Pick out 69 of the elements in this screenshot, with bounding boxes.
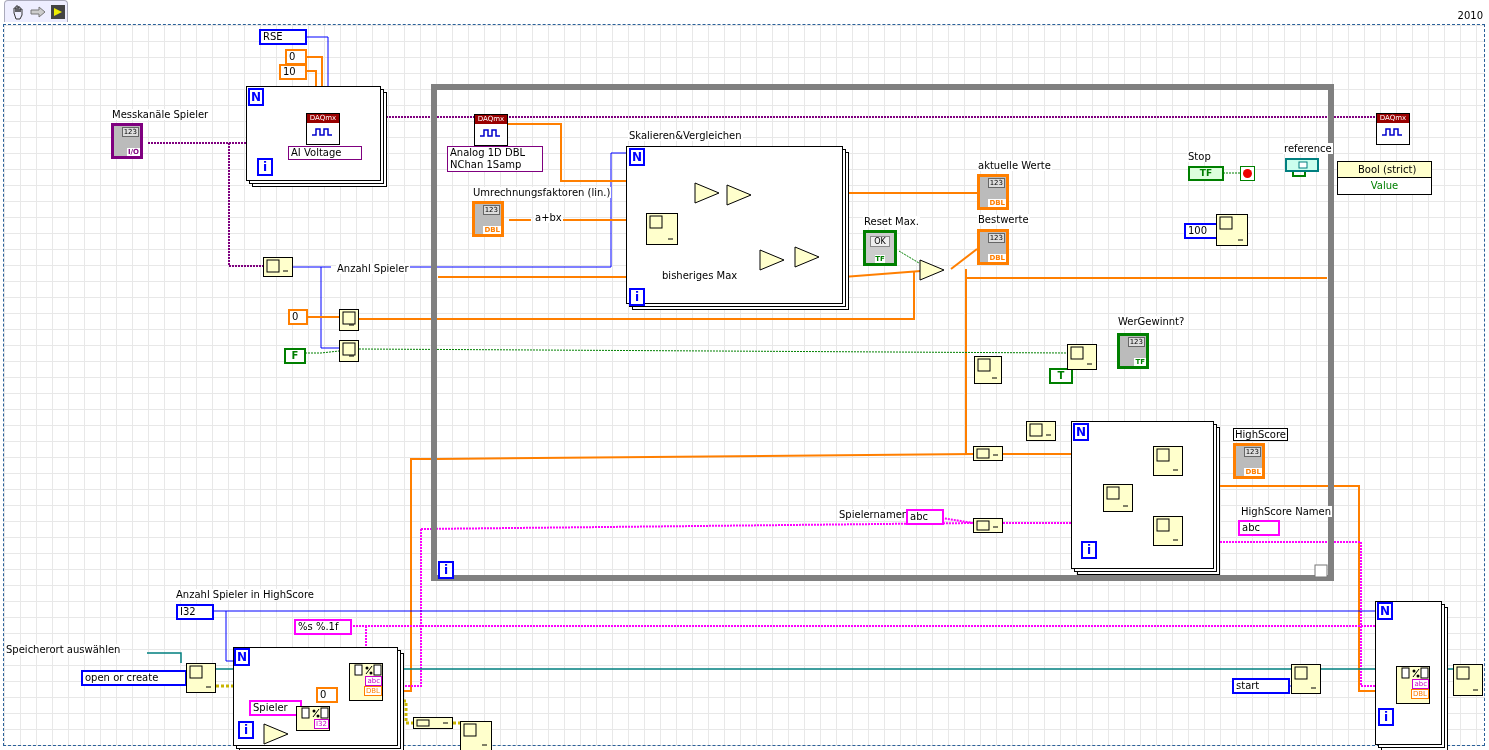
integer-constant: I32	[176, 604, 214, 620]
version-label: 2010	[1457, 10, 1483, 21]
boolean-constant: F	[284, 348, 306, 364]
array-function-icon	[1026, 421, 1056, 441]
label: Anzahl Spieler in HighScore	[175, 589, 315, 600]
label: Anzahl Spieler	[336, 263, 410, 274]
array-function-icon	[263, 257, 293, 277]
label: HighScore Namen	[1240, 506, 1332, 517]
enum-constant: RSE	[259, 29, 307, 45]
count-terminal: N	[248, 88, 264, 106]
ring-constant: AI Voltage	[288, 146, 362, 160]
class-name: Bool (strict)	[1338, 162, 1431, 178]
array-function-icon	[1153, 446, 1183, 476]
iteration-terminal: i	[1081, 541, 1097, 559]
numeric-constant: 0	[288, 309, 308, 325]
label: Speicherort auswählen	[5, 644, 122, 655]
label: Skalieren&Vergleichen	[628, 130, 743, 141]
boolean-terminal: TF	[1188, 166, 1224, 181]
count-terminal: N	[1377, 602, 1393, 620]
numeric-constant: 10	[279, 64, 307, 80]
label: Reset Max.	[863, 216, 920, 227]
loop-condition-icon	[1314, 564, 1328, 578]
label: WerGewinnt?	[1117, 316, 1186, 327]
string-constant: Spieler	[249, 700, 302, 716]
iteration-terminal: i	[257, 158, 273, 176]
label: HighScore	[1233, 428, 1288, 441]
vi-icon[interactable]	[50, 3, 66, 20]
wire	[1222, 172, 1242, 174]
hand-icon[interactable]	[10, 3, 26, 20]
array-function-icon	[339, 309, 359, 331]
wire	[898, 250, 920, 264]
label: aktuelle Werte	[977, 160, 1052, 171]
label: bisheriges Max	[661, 270, 739, 281]
iteration-terminal: i	[238, 721, 254, 739]
count-terminal: N	[1073, 423, 1089, 441]
count-terminal: N	[234, 648, 250, 666]
label: Umrechnungsfaktoren (lin.)	[472, 187, 612, 198]
string-constant: abc	[906, 509, 944, 525]
count-terminal: N	[629, 148, 645, 166]
array-function-icon	[646, 213, 678, 245]
label: Messkanäle Spieler	[111, 109, 210, 120]
array-function-icon	[973, 446, 1003, 461]
numeric-constant: 0	[316, 687, 338, 703]
integer-constant: 100	[1184, 223, 1218, 239]
numeric-constant: 0	[285, 49, 307, 65]
ring-constant: Analog 1D DBL NChan 1Samp	[447, 146, 543, 172]
array-function-icon	[1153, 516, 1183, 546]
stop-terminal-icon	[1240, 166, 1255, 181]
array-function-icon	[974, 356, 1002, 384]
string-constant: %s %.1f	[294, 619, 352, 635]
label: reference	[1283, 143, 1333, 154]
array-function-icon	[1067, 344, 1097, 370]
iteration-terminal: i	[1378, 708, 1394, 726]
array-function-icon	[1103, 484, 1133, 512]
enum-constant: open or create	[81, 670, 187, 686]
property-name: Value	[1369, 179, 1400, 193]
iteration-terminal: i	[438, 561, 454, 579]
string-constant: abc	[1238, 520, 1280, 536]
array-function-icon	[973, 518, 1003, 533]
wire	[453, 721, 460, 725]
iteration-terminal: i	[629, 288, 645, 306]
label: Stop	[1187, 151, 1212, 162]
array-function-icon	[339, 340, 359, 362]
label: Bestwerte	[977, 214, 1030, 225]
label: a+bx	[534, 212, 563, 223]
wire	[146, 652, 182, 664]
boolean-constant: T	[1049, 368, 1073, 384]
enum-constant: start	[1232, 678, 1290, 694]
ok-glyph: OK	[870, 236, 890, 247]
